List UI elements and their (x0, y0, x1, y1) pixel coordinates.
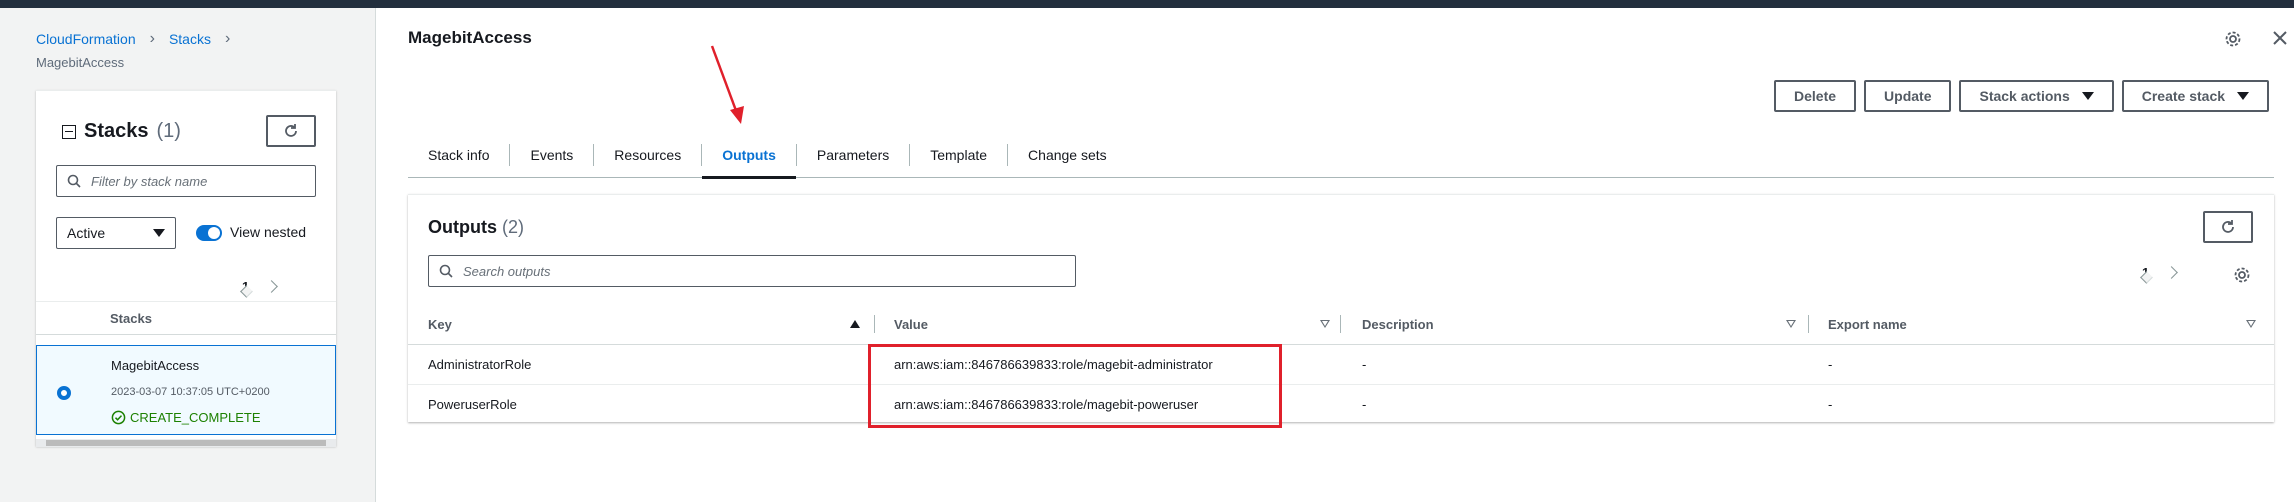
sort-icon[interactable] (2246, 320, 2256, 328)
breadcrumb-cloudformation[interactable]: CloudFormation (36, 31, 136, 47)
column-description[interactable]: Description (1362, 317, 1434, 332)
gear-icon[interactable] (2224, 30, 2242, 48)
stacks-list-card: Stacks (1) Filter by stack name Active V… (36, 90, 336, 447)
view-nested-label: View nested (230, 224, 307, 240)
horizontal-scrollbar[interactable] (36, 439, 336, 447)
stack-status-text: CREATE_COMPLETE (130, 410, 261, 425)
column-divider (1808, 315, 1809, 333)
create-stack-button[interactable]: Create stack (2121, 80, 2270, 112)
sort-icon[interactable] (1320, 320, 1330, 328)
tab-outputs[interactable]: Outputs (702, 143, 797, 179)
filter-placeholder: Filter by stack name (91, 173, 208, 189)
output-export-name: - (1828, 357, 1833, 372)
refresh-outputs-button[interactable] (2203, 211, 2253, 243)
tab-template[interactable]: Template (910, 143, 1009, 166)
search-placeholder: Search outputs (463, 263, 551, 279)
tab-parameters[interactable]: Parameters (797, 143, 911, 166)
stacks-column-header: Stacks (110, 311, 152, 326)
stack-actions-bar: Delete Update Stack actions Create stack (1774, 80, 2270, 112)
table-row: PoweruserRole arn:aws:iam::846786639833:… (408, 385, 2274, 425)
stacks-table-header: Stacks (36, 301, 336, 335)
stacks-pagination: 1 (240, 279, 279, 298)
column-export-name[interactable]: Export name (1828, 317, 1907, 332)
outputs-count: (2) (502, 217, 525, 237)
outputs-card: Outputs (2) Search outputs 1 Key Value D… (408, 194, 2274, 422)
stack-actions-button[interactable]: Stack actions (1959, 80, 2114, 112)
annotation-highlight-box (868, 344, 1282, 428)
output-key: AdministratorRole (428, 357, 532, 372)
chevron-right-icon: › (224, 30, 231, 47)
output-key: PoweruserRole (428, 397, 517, 412)
scrollbar-thumb[interactable] (46, 440, 326, 446)
stacks-heading: Stacks (1) (62, 120, 181, 143)
table-row: AdministratorRole arn:aws:iam::846786639… (408, 345, 2274, 385)
collapse-icon[interactable] (62, 124, 76, 139)
sort-icon[interactable] (1786, 320, 1796, 328)
close-icon[interactable] (2272, 30, 2288, 46)
stacks-side-panel: CloudFormation › Stacks › MagebitAccess … (0, 8, 376, 502)
column-value[interactable]: Value (894, 317, 928, 332)
search-icon (439, 264, 453, 278)
column-divider (1340, 315, 1341, 333)
refresh-icon (2222, 220, 2234, 233)
status-filter-select[interactable]: Active (56, 217, 176, 249)
breadcrumb-stacks[interactable]: Stacks (169, 31, 211, 47)
stack-select-radio[interactable] (57, 386, 71, 400)
tab-stack-info[interactable]: Stack info (408, 143, 511, 166)
stack-timestamp: 2023-03-07 10:37:05 UTC+0200 (111, 386, 270, 398)
search-icon (67, 174, 81, 188)
tab-change-sets[interactable]: Change sets (1008, 144, 1127, 166)
page-title: MagebitAccess (408, 28, 532, 47)
refresh-icon (285, 124, 297, 137)
outputs-table-header: Key Value Description Export name (408, 305, 2274, 345)
caret-down-icon (2237, 92, 2250, 100)
search-outputs-input[interactable]: Search outputs (428, 255, 1076, 287)
gear-icon[interactable] (2233, 266, 2251, 284)
sort-ascending-icon[interactable] (850, 320, 860, 328)
outputs-title: Outputs (428, 217, 497, 237)
output-description: - (1362, 357, 1367, 372)
stack-actions-label: Stack actions (1979, 88, 2070, 104)
refresh-stacks-button[interactable] (266, 115, 316, 147)
column-divider (874, 315, 875, 333)
tab-events[interactable]: Events (510, 143, 595, 166)
filter-stacks-input[interactable]: Filter by stack name (56, 165, 316, 197)
outputs-pagination: 1 (2140, 265, 2179, 284)
check-circle-icon (111, 410, 126, 425)
caret-down-icon (2081, 92, 2094, 100)
chevron-right-icon: › (149, 30, 155, 47)
output-description: - (1362, 397, 1367, 412)
chevron-right-icon[interactable] (265, 280, 279, 293)
breadcrumb-current: MagebitAccess (36, 55, 125, 70)
stack-tabs: Stack info Events Resources Outputs Para… (408, 132, 2274, 179)
output-export-name: - (1828, 397, 1833, 412)
stacks-count: (1) (156, 120, 181, 142)
column-key[interactable]: Key (428, 317, 452, 332)
outputs-heading: Outputs (2) (428, 217, 524, 238)
status-filter-value: Active (67, 225, 106, 241)
update-label: Update (1884, 88, 1932, 104)
update-button[interactable]: Update (1864, 80, 1952, 112)
tab-resources[interactable]: Resources (594, 143, 703, 166)
annotation-arrow-icon (710, 45, 744, 124)
delete-button[interactable]: Delete (1774, 80, 1857, 112)
breadcrumb: CloudFormation › Stacks › (36, 30, 230, 48)
view-nested-toggle[interactable] (196, 225, 222, 241)
stack-status: CREATE_COMPLETE (111, 410, 261, 425)
stack-row[interactable]: MagebitAccess 2023-03-07 10:37:05 UTC+02… (36, 345, 336, 435)
caret-down-icon (153, 229, 165, 237)
create-stack-label: Create stack (2141, 88, 2226, 104)
console-top-bar (0, 0, 2294, 8)
header-icons (2224, 30, 2288, 48)
stacks-title: Stacks (84, 120, 149, 142)
delete-label: Delete (1794, 88, 1837, 104)
stack-name: MagebitAccess (111, 358, 200, 373)
chevron-right-icon[interactable] (2165, 266, 2179, 279)
